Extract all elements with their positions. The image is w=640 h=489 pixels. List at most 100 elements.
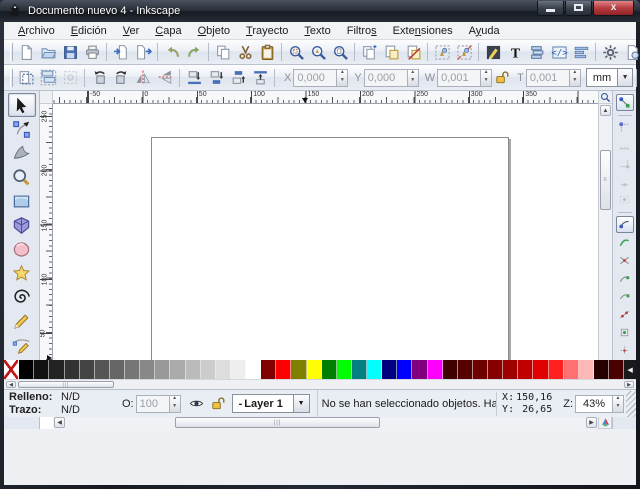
menu-filtros[interactable]: Filtros xyxy=(339,24,385,38)
unit-dropdown-icon[interactable]: ▼ xyxy=(618,68,633,87)
snap-midpoints-button[interactable] xyxy=(616,306,634,323)
swatch-808000[interactable] xyxy=(291,360,306,379)
horizontal-scrollbar-thumb[interactable]: ||| xyxy=(175,417,380,428)
text-dialog-button[interactable]: T xyxy=(504,41,526,63)
vertical-scrollbar-thumb[interactable]: ≡ xyxy=(600,150,611,210)
swatch-800000[interactable] xyxy=(261,360,276,379)
y-field-spinner[interactable]: ▲▼ xyxy=(408,69,419,87)
menu-edicion[interactable]: Edición xyxy=(63,24,115,38)
swatch-008000[interactable] xyxy=(322,360,337,379)
swatch-666666[interactable] xyxy=(110,360,125,379)
close-button[interactable]: x xyxy=(593,1,634,16)
save-document-button[interactable] xyxy=(59,41,81,63)
raise-object-button[interactable] xyxy=(227,67,249,89)
maximize-button[interactable] xyxy=(565,1,592,16)
swatch-333333[interactable] xyxy=(65,360,80,379)
layer-lock-icon[interactable] xyxy=(210,396,225,411)
snap-object-centers-button[interactable] xyxy=(616,324,634,341)
star-tool-button[interactable] xyxy=(8,261,36,285)
import-document-button[interactable] xyxy=(110,41,132,63)
layer-selector[interactable]: -Layer 1 ▼ xyxy=(232,394,310,413)
cut-button[interactable] xyxy=(234,41,256,63)
select-all-button[interactable] xyxy=(15,67,37,89)
menu-extensiones[interactable]: Extensiones xyxy=(385,24,461,38)
fill-stroke-indicator[interactable]: Relleno: N/D Trazo: N/D xyxy=(4,390,116,418)
export-document-button[interactable] xyxy=(132,41,154,63)
toolbar-grip[interactable] xyxy=(10,43,13,61)
lower-to-bottom-button[interactable] xyxy=(183,67,205,89)
document-page[interactable] xyxy=(151,137,509,388)
swatch-ff7070[interactable] xyxy=(564,360,579,379)
snap-cusp-nodes-button[interactable] xyxy=(616,270,634,287)
swatch-ff00ff[interactable] xyxy=(428,360,443,379)
print-button[interactable] xyxy=(81,41,103,63)
swatch-ff2020[interactable] xyxy=(549,360,564,379)
menu-texto[interactable]: Texto xyxy=(296,24,338,38)
menu-archivo[interactable]: Archivo xyxy=(10,24,63,38)
snap-nodes-button[interactable] xyxy=(616,216,634,233)
opacity-spinner[interactable]: ▲▼ xyxy=(170,395,181,413)
palette-scrollbar-thumb[interactable]: ||| xyxy=(18,381,114,388)
raise-to-top-button[interactable] xyxy=(249,67,271,89)
toolbar-grip[interactable] xyxy=(10,69,13,87)
layer-visibility-icon[interactable] xyxy=(189,396,204,411)
width-field[interactable] xyxy=(437,69,481,87)
swatch-999999[interactable] xyxy=(155,360,170,379)
swatch-444444[interactable] xyxy=(80,360,95,379)
spiral-tool-button[interactable] xyxy=(8,285,36,309)
zoom-drawing-button[interactable] xyxy=(307,41,329,63)
ungroup-objects-button[interactable] xyxy=(453,41,475,63)
flip-vertical-button[interactable] xyxy=(154,67,176,89)
new-document-button[interactable] xyxy=(15,41,37,63)
undo-button[interactable] xyxy=(161,41,183,63)
flip-horizontal-button[interactable] xyxy=(132,67,154,89)
zoom-field[interactable] xyxy=(575,395,613,413)
menu-capa[interactable]: Capa xyxy=(147,24,189,38)
duplicate-button[interactable] xyxy=(358,41,380,63)
swatch-ff0000[interactable] xyxy=(276,360,291,379)
titlebar[interactable]: Documento nuevo 4 - Inkscape x xyxy=(0,0,640,22)
height-field[interactable] xyxy=(526,69,570,87)
rotate-cw-button[interactable] xyxy=(110,67,132,89)
swatch-00ffff[interactable] xyxy=(367,360,382,379)
color-management-button[interactable] xyxy=(598,415,612,429)
select-all-layers-button[interactable] xyxy=(37,67,59,89)
document-properties-button[interactable] xyxy=(621,41,640,63)
swatch-9f0000[interactable] xyxy=(503,360,518,379)
snap-smooth-nodes-button[interactable] xyxy=(616,288,634,305)
fill-stroke-dialog-button[interactable] xyxy=(482,41,504,63)
width-field-spinner[interactable]: ▲▼ xyxy=(481,69,492,87)
palette-scroll-right[interactable]: ▶ xyxy=(624,381,634,388)
layers-dialog-button[interactable] xyxy=(526,41,548,63)
open-document-button[interactable] xyxy=(37,41,59,63)
swatch-111111[interactable] xyxy=(34,360,49,379)
rectangle-tool-button[interactable] xyxy=(8,189,36,213)
swatch-c00000[interactable] xyxy=(518,360,533,379)
swatch-eeeeee[interactable] xyxy=(231,360,246,379)
inkscape-preferences-button[interactable] xyxy=(599,41,621,63)
palette-shift-left-button[interactable]: ◀ xyxy=(624,360,636,379)
swatch-bbbbbb[interactable] xyxy=(186,360,201,379)
swatch-dddddd[interactable] xyxy=(216,360,231,379)
swatch-000080[interactable] xyxy=(382,360,397,379)
selector-tool-button[interactable] xyxy=(8,93,36,117)
box3d-tool-button[interactable] xyxy=(8,213,36,237)
snap-path-intersections-button[interactable] xyxy=(616,252,634,269)
group-objects-button[interactable] xyxy=(431,41,453,63)
paste-button[interactable] xyxy=(256,41,278,63)
menu-objeto[interactable]: Objeto xyxy=(190,24,238,38)
swatch-4a0000[interactable] xyxy=(609,360,624,379)
swatch-888888[interactable] xyxy=(140,360,155,379)
horizontal-ruler[interactable]: -50050100150200250300350 xyxy=(53,91,598,104)
height-field-spinner[interactable]: ▲▼ xyxy=(570,69,581,87)
swatch-240000[interactable] xyxy=(594,360,609,379)
copy-button[interactable] xyxy=(212,41,234,63)
menu-ver[interactable]: Ver xyxy=(115,24,148,38)
unit-select[interactable]: mm ▼ xyxy=(586,68,633,87)
x-field-spinner[interactable]: ▲▼ xyxy=(337,69,348,87)
pencil-tool-button[interactable] xyxy=(8,309,36,333)
snap-paths-button[interactable] xyxy=(616,234,634,251)
swatch-ffff00[interactable] xyxy=(307,360,322,379)
layer-dropdown-icon[interactable]: ▼ xyxy=(294,394,310,413)
unlink-clone-button[interactable] xyxy=(402,41,424,63)
